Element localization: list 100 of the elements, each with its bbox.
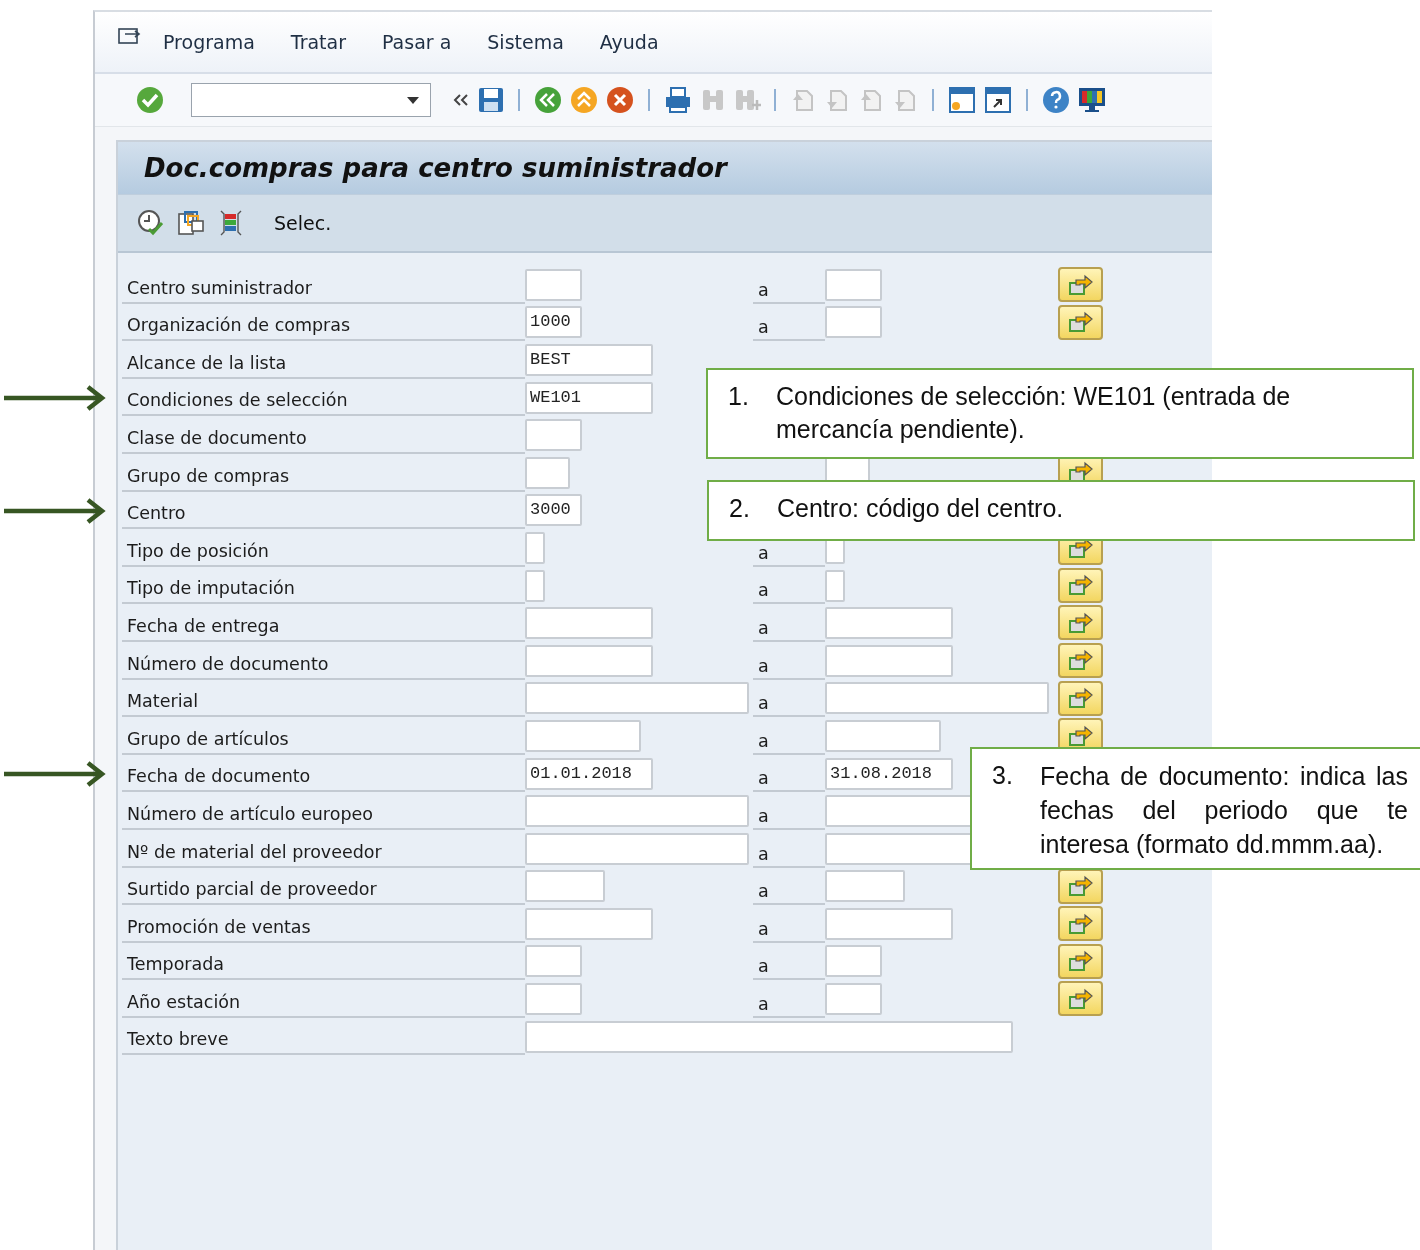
multiple-selection-button[interactable] xyxy=(1058,642,1103,678)
shortcut-window-icon[interactable] xyxy=(983,85,1013,115)
field-label: Organización de compras xyxy=(122,309,525,342)
range-label: a xyxy=(758,730,769,751)
input-field[interactable] xyxy=(525,419,582,452)
arrow-box-icon xyxy=(1066,573,1095,598)
range-label: a xyxy=(758,617,769,638)
input-field[interactable]: BEST xyxy=(525,344,653,376)
input-field[interactable] xyxy=(525,945,582,978)
arrow-box-icon xyxy=(1066,723,1095,748)
input-field[interactable] xyxy=(825,983,882,1016)
range-label: a xyxy=(758,542,769,563)
print-icon[interactable] xyxy=(663,85,693,115)
input-field[interactable] xyxy=(525,1020,1013,1053)
range-label: a xyxy=(758,693,769,714)
screen-title: Doc.compras para centro suministrador xyxy=(144,153,727,183)
input-field[interactable] xyxy=(525,795,749,828)
input-field[interactable]: 3000 xyxy=(525,494,582,527)
copy-icon[interactable] xyxy=(176,208,206,238)
field-label: Material xyxy=(122,685,525,718)
arrow-box-icon xyxy=(1066,648,1095,673)
input-field[interactable] xyxy=(525,907,653,940)
input-field[interactable] xyxy=(525,682,749,715)
input-field[interactable] xyxy=(825,268,882,301)
multiple-selection-button[interactable] xyxy=(1058,868,1103,904)
annotation-text: Condiciones de selección: WE101 (entrada de mercancía pendiente). xyxy=(776,381,1292,445)
input-field[interactable] xyxy=(825,306,882,339)
field-label: Alcance de la lista xyxy=(122,346,525,379)
input-field[interactable] xyxy=(525,607,653,640)
input-field[interactable] xyxy=(825,569,845,602)
input-field[interactable] xyxy=(825,607,953,640)
multiple-selection-button[interactable] xyxy=(1058,680,1103,716)
menu-item[interactable]: Tratar xyxy=(290,31,346,53)
input-field[interactable] xyxy=(525,569,545,602)
back-icon[interactable] xyxy=(533,85,563,115)
input-field[interactable] xyxy=(525,832,749,865)
multiple-selection-button[interactable] xyxy=(1058,605,1103,641)
field-label: Número de artículo europeo xyxy=(122,797,525,830)
annotation-number: 1. xyxy=(728,381,750,412)
field-label: Tipo de imputación xyxy=(122,572,525,605)
input-field[interactable]: WE101 xyxy=(525,381,653,414)
monitor-icon[interactable] xyxy=(1077,85,1107,115)
field-label: Centro suministrador xyxy=(122,271,525,304)
input-field[interactable]: 31.08.2018 xyxy=(825,757,953,790)
input-field[interactable] xyxy=(525,531,545,564)
selection-button[interactable]: Selec. xyxy=(270,210,336,236)
new-window-icon[interactable] xyxy=(947,85,977,115)
input-field[interactable] xyxy=(825,682,1049,715)
range-label: a xyxy=(758,768,769,789)
multiple-selection-button[interactable] xyxy=(1058,567,1103,603)
clock-check-icon[interactable] xyxy=(136,208,166,238)
cancel-icon[interactable] xyxy=(605,85,635,115)
arrow-box-icon xyxy=(1066,610,1095,635)
annotation-number: 3. xyxy=(992,760,1014,791)
arrow-box-icon xyxy=(1066,986,1095,1011)
input-field[interactable] xyxy=(525,456,570,489)
input-field[interactable] xyxy=(825,644,953,677)
input-field[interactable]: 1000 xyxy=(525,306,582,339)
help-icon[interactable] xyxy=(1041,85,1071,115)
input-field[interactable] xyxy=(525,719,641,752)
range-label: a xyxy=(758,918,769,939)
menu-item[interactable]: Programa xyxy=(163,31,255,53)
save-icon[interactable] xyxy=(477,86,505,114)
field-label: Condiciones de selección xyxy=(122,384,525,417)
input-field[interactable] xyxy=(525,268,582,301)
multiple-selection-button[interactable] xyxy=(1058,943,1103,979)
range-label: a xyxy=(758,580,769,601)
input-field[interactable] xyxy=(525,870,605,903)
multiple-selection-button[interactable] xyxy=(1058,304,1103,340)
menu-item[interactable]: Pasar a xyxy=(382,31,452,53)
input-field[interactable] xyxy=(825,719,941,752)
field-label: Clase de documento xyxy=(122,421,525,454)
input-field[interactable] xyxy=(825,870,905,903)
multiple-selection-button[interactable] xyxy=(1058,267,1103,302)
range-label: a xyxy=(758,279,769,300)
field-label: Número de documento xyxy=(122,647,525,680)
field-label: Centro xyxy=(122,497,525,530)
field-label: Temporada xyxy=(122,948,525,981)
arrow-box-icon xyxy=(1066,874,1095,898)
caret-icon xyxy=(406,95,420,105)
annotation-text: Centro: código del centro. xyxy=(777,493,1064,524)
menu-item[interactable]: Sistema xyxy=(487,31,564,53)
command-field[interactable] xyxy=(191,83,431,117)
range-label: a xyxy=(758,805,769,826)
arrow-box-icon xyxy=(1066,949,1095,974)
input-field[interactable]: 01.01.2018 xyxy=(525,757,653,790)
input-field[interactable] xyxy=(825,945,882,978)
input-field[interactable] xyxy=(525,644,653,677)
input-field[interactable] xyxy=(525,983,582,1016)
input-field[interactable] xyxy=(825,907,953,940)
multiple-selection-button[interactable] xyxy=(1058,981,1103,1017)
range-label: a xyxy=(758,317,769,338)
field-label: Tipo de posición xyxy=(122,534,525,567)
exit-icon[interactable] xyxy=(569,85,599,115)
field-label: Año estación xyxy=(122,985,525,1018)
multiple-selection-button[interactable] xyxy=(1058,906,1103,942)
range-label: a xyxy=(758,843,769,864)
arrow-box-icon xyxy=(1066,911,1095,936)
menu-item[interactable]: Ayuda xyxy=(599,31,659,53)
check-icon[interactable] xyxy=(135,85,165,115)
